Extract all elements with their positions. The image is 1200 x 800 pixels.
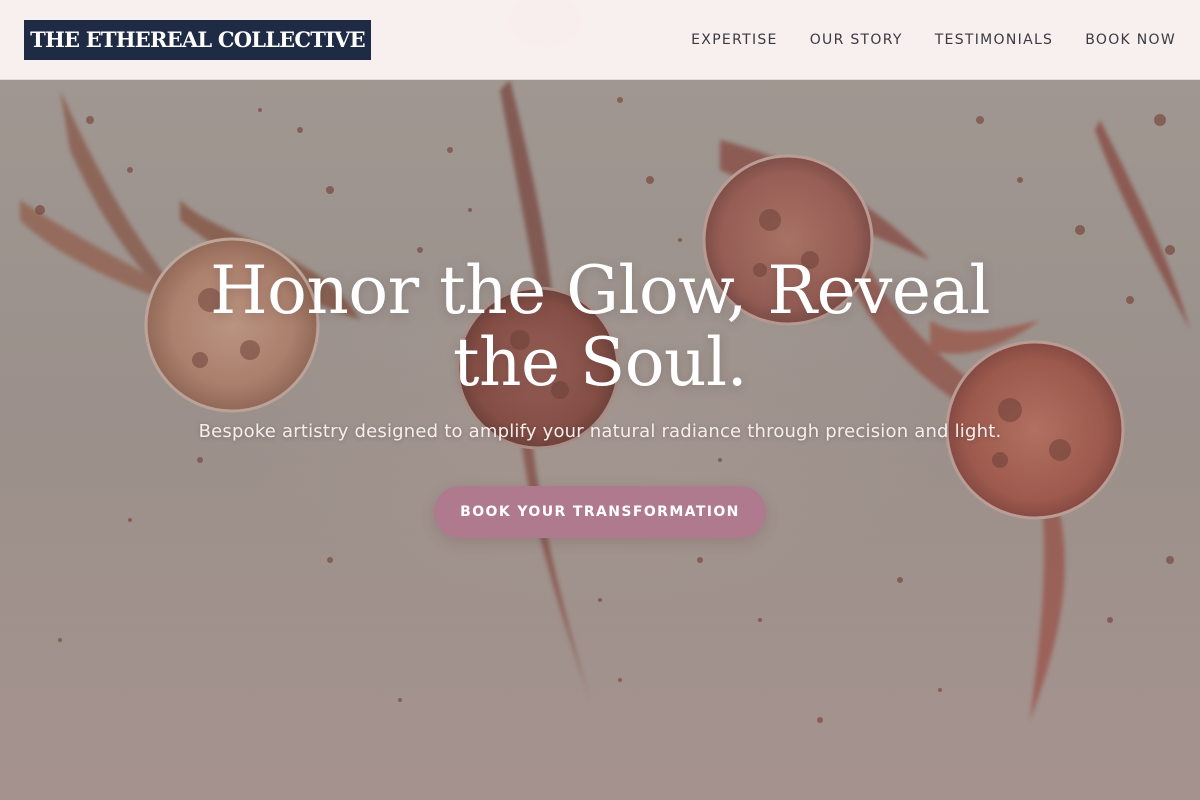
book-transformation-button[interactable]: BOOK YOUR TRANSFORMATION (434, 486, 766, 538)
nav-link-expertise[interactable]: EXPERTISE (691, 32, 778, 48)
hero-subtitle: Bespoke artistry designed to amplify you… (198, 421, 1002, 442)
nav-link-book-now[interactable]: BOOK NOW (1085, 32, 1176, 48)
site-header: THE ETHEREAL COLLECTIVE EXPERTISE OUR ST… (0, 0, 1200, 80)
main-nav: EXPERTISE OUR STORY TESTIMONIALS BOOK NO… (691, 32, 1176, 48)
brand-logo[interactable]: THE ETHEREAL COLLECTIVE (24, 19, 371, 60)
nav-link-our-story[interactable]: OUR STORY (810, 32, 903, 48)
hero-section: Honor the Glow, Reveal the Soul. Bespoke… (0, 255, 1200, 538)
nav-link-testimonials[interactable]: TESTIMONIALS (935, 32, 1054, 48)
hero-title: Honor the Glow, Reveal the Soul. (210, 252, 990, 401)
